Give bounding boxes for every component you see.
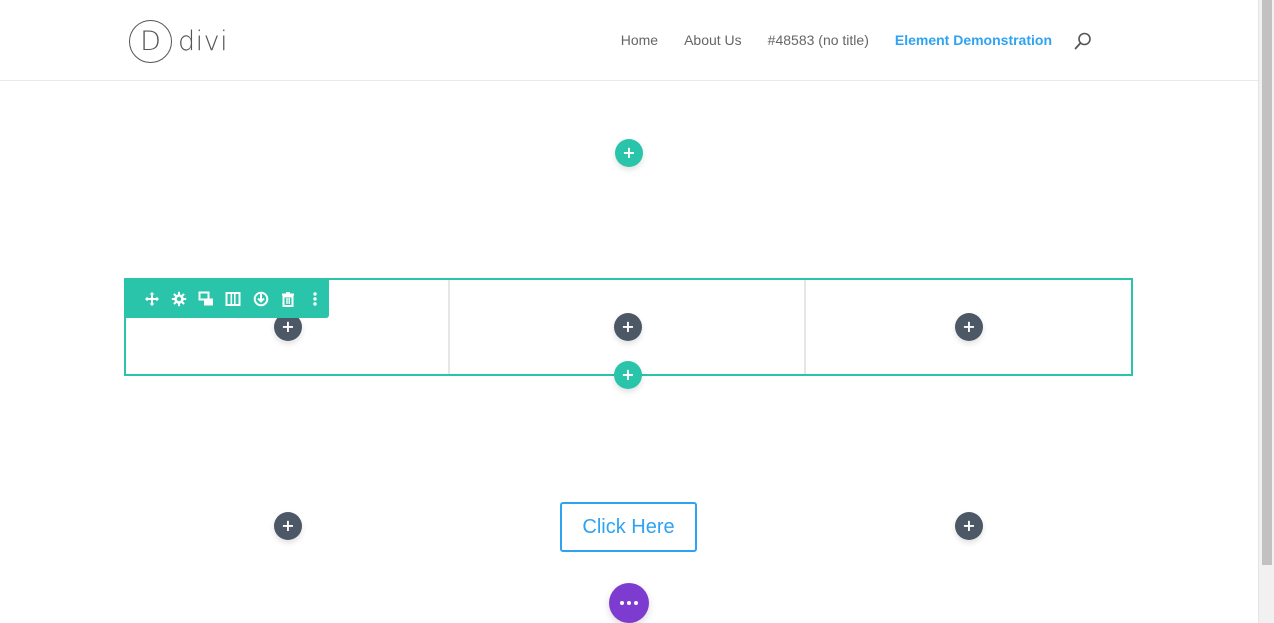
nav-item-home[interactable]: Home (621, 32, 658, 48)
page-settings-button[interactable] (609, 583, 649, 623)
nav-item-about-us[interactable]: About Us (684, 32, 742, 48)
add-row-button[interactable]: + (614, 361, 642, 389)
search-icon[interactable] (1074, 32, 1092, 50)
vertical-scrollbar[interactable] (1258, 0, 1274, 623)
move-icon[interactable] (138, 279, 165, 318)
gear-icon[interactable] (165, 279, 192, 318)
more-vertical-icon[interactable] (302, 279, 329, 318)
add-section-button[interactable]: + (615, 139, 643, 167)
add-module-button[interactable]: + (955, 512, 983, 540)
add-module-button[interactable]: + (955, 313, 983, 341)
logo-mark: D (129, 20, 172, 63)
nav-item-element-demonstration[interactable]: Element Demonstration (895, 32, 1052, 48)
main-nav: Home About Us #48583 (no title) Element … (595, 31, 1092, 50)
duplicate-icon[interactable] (193, 279, 220, 318)
row-toolbar (124, 279, 329, 318)
trash-icon[interactable] (274, 279, 301, 318)
divi-logo[interactable]: D divi (129, 20, 228, 63)
scrollbar-thumb[interactable] (1262, 0, 1272, 565)
add-module-button[interactable]: + (274, 512, 302, 540)
click-here-button[interactable]: Click Here (560, 502, 697, 552)
save-icon[interactable] (247, 279, 274, 318)
nav-item-no-title[interactable]: #48583 (no title) (768, 32, 869, 48)
site-header: D divi Home About Us #48583 (no title) E… (0, 0, 1258, 81)
logo-text: divi (178, 26, 229, 57)
add-module-button[interactable]: + (614, 313, 642, 341)
ellipsis-icon (620, 601, 638, 605)
columns-icon[interactable] (220, 279, 247, 318)
